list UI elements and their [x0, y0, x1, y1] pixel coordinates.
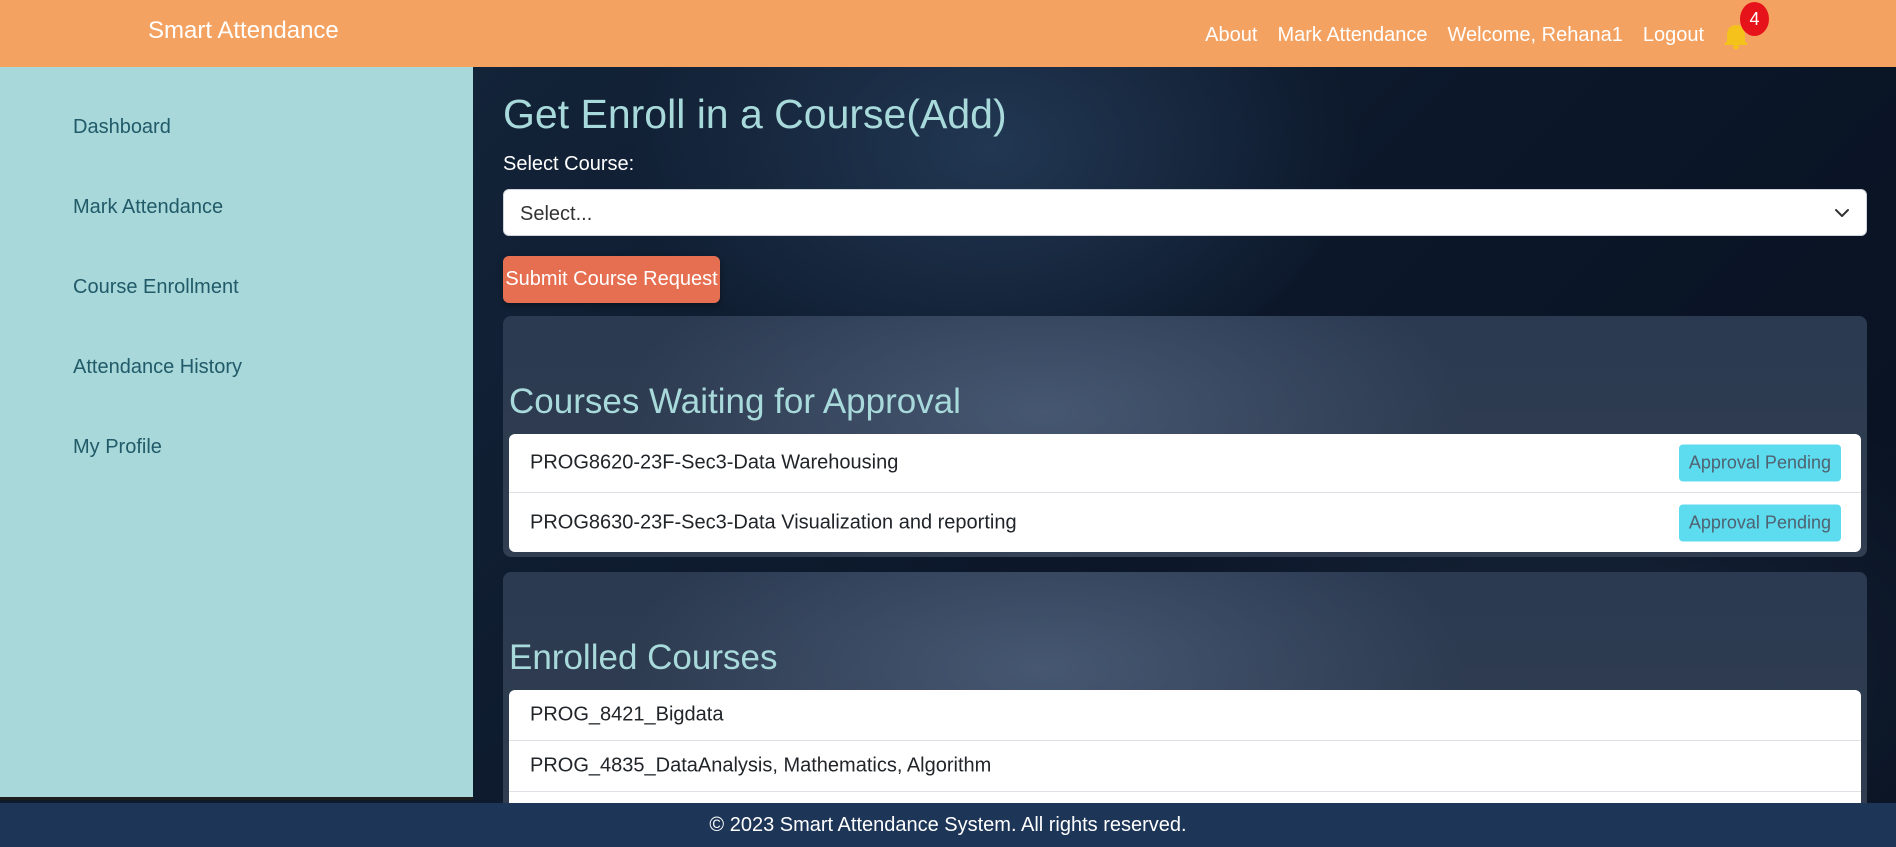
course-select[interactable]: Select...	[503, 189, 1867, 236]
sidebar-item-dashboard[interactable]: Dashboard	[73, 116, 171, 139]
enrolled-courses-heading: Enrolled Courses	[509, 638, 778, 677]
sidebar: Dashboard Mark Attendance Course Enrollm…	[0, 67, 473, 800]
copyright-text: © 2023 Smart Attendance System. All righ…	[709, 814, 1187, 836]
top-navbar: Smart Attendance About Mark Attendance W…	[0, 0, 1896, 67]
page-title: Get Enroll in a Course(Add)	[503, 91, 1007, 137]
list-item: PROG8630-23F-Sec3-Data Visualization and…	[509, 493, 1861, 552]
pending-courses-heading: Courses Waiting for Approval	[509, 382, 961, 421]
status-badge: Approval Pending	[1678, 504, 1841, 541]
brand-logo-link[interactable]: Smart Attendance	[148, 17, 339, 45]
enrolled-courses-list: PROG_8421_Bigdata PROG_4835_DataAnalysis…	[509, 690, 1861, 803]
sidebar-item-mark-attendance[interactable]: Mark Attendance	[73, 196, 223, 219]
nav-logout-link[interactable]: Logout	[1643, 24, 1704, 47]
course-name: PROG_8421_Bigdata	[530, 703, 724, 726]
list-item	[509, 792, 1861, 803]
status-badge: Approval Pending	[1678, 444, 1841, 482]
main-content: Get Enroll in a Course(Add) Select Cours…	[473, 67, 1896, 803]
list-item: PROG8620-23F-Sec3-Data Warehousing Appro…	[509, 434, 1861, 493]
course-name: PROG8630-23F-Sec3-Data Visualization and…	[530, 511, 1017, 533]
course-name: PROG_4835_DataAnalysis, Mathematics, Alg…	[530, 754, 992, 777]
list-item: PROG_8421_Bigdata	[509, 690, 1861, 741]
nav-mark-attendance-link[interactable]: Mark Attendance	[1277, 24, 1427, 47]
sidebar-item-my-profile[interactable]: My Profile	[73, 436, 162, 459]
list-item: PROG_4835_DataAnalysis, Mathematics, Alg…	[509, 741, 1861, 792]
pending-courses-list: PROG8620-23F-Sec3-Data Warehousing Appro…	[509, 434, 1861, 552]
notification-bell-button[interactable]: 4	[1720, 2, 1769, 50]
enrolled-courses-panel: Enrolled Courses PROG_8421_Bigdata PROG_…	[503, 572, 1867, 803]
nav-welcome-user-link[interactable]: Welcome, Rehana1	[1448, 24, 1623, 47]
nav-about-link[interactable]: About	[1205, 24, 1257, 47]
chevron-down-icon	[1835, 209, 1849, 217]
sidebar-item-course-enrollment[interactable]: Course Enrollment	[73, 276, 239, 299]
course-name: PROG8620-23F-Sec3-Data Warehousing	[530, 451, 899, 474]
footer: © 2023 Smart Attendance System. All righ…	[0, 803, 1896, 847]
submit-course-request-button[interactable]: Submit Course Request	[503, 256, 720, 303]
notification-count-badge: 4	[1740, 2, 1769, 36]
course-select-value: Select...	[520, 203, 593, 225]
sidebar-item-attendance-history[interactable]: Attendance History	[73, 356, 242, 379]
pending-courses-panel: Courses Waiting for Approval PROG8620-23…	[503, 316, 1867, 557]
select-course-label: Select Course:	[503, 153, 635, 175]
nav-links: About Mark Attendance Welcome, Rehana1 L…	[1185, 2, 1769, 50]
